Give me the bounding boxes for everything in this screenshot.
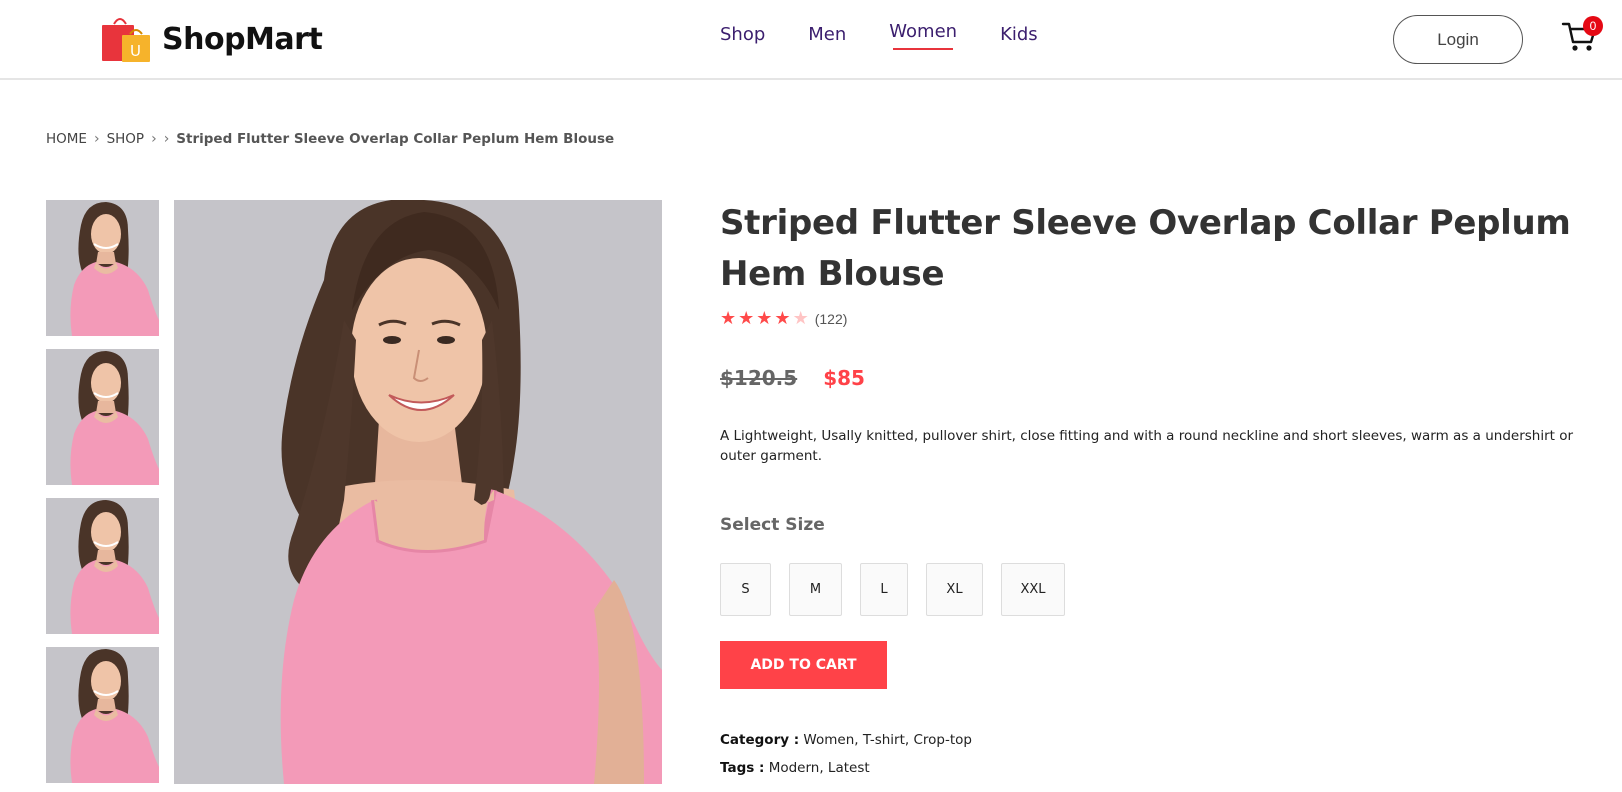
sale-price: $85 xyxy=(823,366,865,390)
tags-label: Tags : xyxy=(720,760,765,776)
star-filled-icon: ★ xyxy=(756,308,773,329)
login-button[interactable]: Login xyxy=(1393,15,1523,64)
main-product-image xyxy=(174,200,662,784)
chevron-right-icon: › xyxy=(151,131,157,147)
original-price: $120.5 xyxy=(720,366,798,390)
size-option-l[interactable]: L xyxy=(860,563,908,616)
add-to-cart-button[interactable]: ADD TO CART xyxy=(720,641,887,689)
size-options: S M L XL XXL xyxy=(720,563,1083,616)
thumbnail-image[interactable] xyxy=(46,647,159,783)
brand-name: ShopMart xyxy=(162,21,323,57)
breadcrumb-shop[interactable]: SHOP xyxy=(107,131,145,147)
size-option-xl[interactable]: XL xyxy=(926,563,983,616)
product-rating: ★ ★ ★ ★ ★ (122) xyxy=(720,310,847,328)
star-empty-icon: ★ xyxy=(792,308,809,329)
chevron-right-icon: › xyxy=(93,131,100,147)
shopping-bag-icon: U xyxy=(100,14,152,64)
breadcrumb-current: Striped Flutter Sleeve Overlap Collar Pe… xyxy=(176,131,615,147)
size-option-m[interactable]: M xyxy=(789,563,842,616)
tags-row: Tags : Modern, Latest xyxy=(720,760,870,776)
star-filled-icon: ★ xyxy=(720,308,737,329)
category-label: Category : xyxy=(720,732,800,748)
category-row: Category : Women, T-shirt, Crop-top xyxy=(720,732,972,748)
review-count[interactable]: (122) xyxy=(815,311,848,327)
chevron-right-icon: › xyxy=(163,131,170,147)
main-nav: Shop Men Women Kids xyxy=(720,21,1081,50)
logo[interactable]: U ShopMart xyxy=(100,14,323,64)
logo-letter: U xyxy=(130,42,141,60)
thumbnail-image[interactable] xyxy=(46,200,159,336)
product-description: A Lightweight, Usally knitted, pullover … xyxy=(720,428,1574,464)
star-filled-icon: ★ xyxy=(774,308,791,329)
nav-item-men[interactable]: Men xyxy=(808,24,846,45)
breadcrumb: HOME › SHOP › › Striped Flutter Sleeve O… xyxy=(46,131,614,147)
cart-button[interactable]: 0 xyxy=(1561,16,1603,58)
thumbnail-image[interactable] xyxy=(46,349,159,485)
nav-item-kids[interactable]: Kids xyxy=(1000,24,1038,45)
category-value[interactable]: Women, T-shirt, Crop-top xyxy=(803,732,972,748)
nav-item-women[interactable]: Women xyxy=(889,21,957,50)
nav-item-shop[interactable]: Shop xyxy=(720,24,765,45)
size-option-s[interactable]: S xyxy=(720,563,771,616)
breadcrumb-home[interactable]: HOME xyxy=(46,131,87,147)
thumbnail-image[interactable] xyxy=(46,498,159,634)
tags-value[interactable]: Modern, Latest xyxy=(769,760,870,776)
price-row: $120.5 $85 xyxy=(720,366,865,390)
site-header: U ShopMart Shop Men Women Kids Login 0 xyxy=(0,0,1622,80)
size-label: Select Size xyxy=(720,515,825,535)
size-option-xxl[interactable]: XXL xyxy=(1001,563,1065,616)
star-filled-icon: ★ xyxy=(738,308,755,329)
thumbnail-list xyxy=(46,200,159,792)
cart-count-badge: 0 xyxy=(1583,16,1603,36)
product-title: Striped Flutter Sleeve Overlap Collar Pe… xyxy=(720,203,1571,294)
